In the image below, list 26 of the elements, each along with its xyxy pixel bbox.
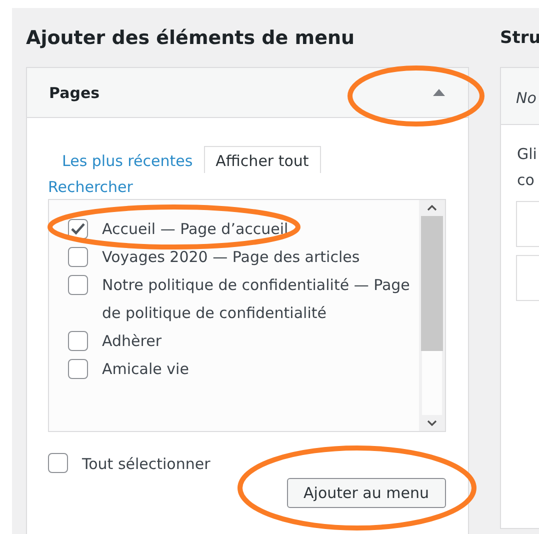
scroll-down-icon[interactable]: [427, 420, 437, 426]
panel-header[interactable]: Pages: [27, 68, 468, 118]
collapse-arrow-icon[interactable]: [433, 89, 445, 96]
panel-header: No: [501, 68, 539, 125]
checkbox[interactable]: [68, 247, 88, 267]
checkbox[interactable]: [68, 275, 88, 295]
page-label: Voyages 2020 — Page des articles: [102, 247, 360, 268]
section-heading: Ajouter des éléments de menu: [26, 26, 356, 51]
page-label: Notre politique de confidentialité — Page de politique de confidentialité: [102, 275, 411, 324]
page-label: Amicale vie: [102, 359, 189, 380]
checkbox[interactable]: [68, 331, 88, 351]
panel-title: Pages: [49, 84, 100, 102]
checkbox[interactable]: [68, 359, 88, 379]
checkbox[interactable]: [48, 453, 68, 473]
select-all-label: Tout sélectionner: [82, 455, 210, 473]
scrollbar[interactable]: [419, 200, 445, 431]
tab[interactable]: Rechercher: [48, 173, 144, 199]
scroll-up-icon[interactable]: [427, 205, 437, 211]
page-label: Accueil — Page d’accueil: [102, 219, 288, 240]
tab[interactable]: Les plus récentes: [51, 147, 204, 173]
page-label: Adhèrer: [102, 331, 162, 352]
tab[interactable]: Afficher tout: [204, 146, 321, 173]
instruction-text: co: [517, 170, 536, 191]
add-to-menu-button[interactable]: Ajouter au menu: [286, 478, 446, 508]
instruction-text: Gli: [517, 144, 538, 165]
checkbox[interactable]: [68, 219, 88, 239]
